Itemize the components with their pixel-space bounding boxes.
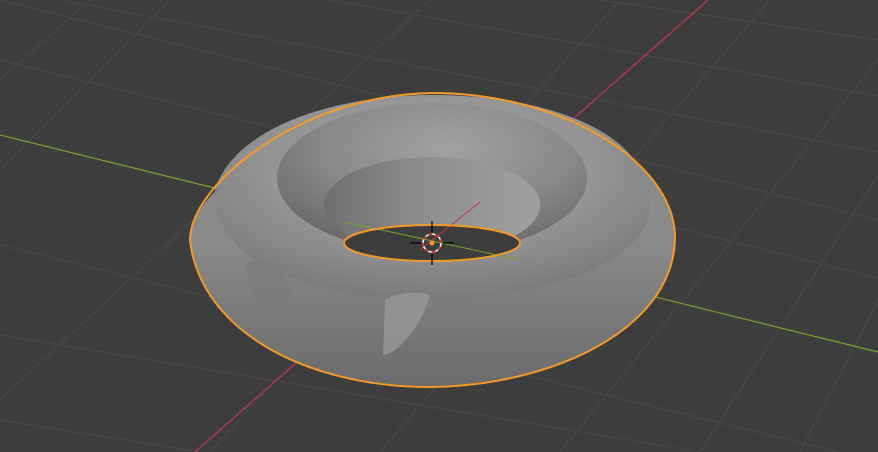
- grid-line: [799, 299, 878, 452]
- 3d-viewport[interactable]: [0, 0, 878, 452]
- viewport-canvas[interactable]: [0, 0, 878, 452]
- grid-line: [329, 0, 878, 97]
- grid-line: [0, 0, 91, 81]
- grid-line: [0, 419, 201, 452]
- grid-line: [599, 0, 878, 41]
- grid-line: [699, 174, 878, 452]
- torus-object[interactable]: [188, 91, 677, 389]
- grid-line: [0, 0, 171, 171]
